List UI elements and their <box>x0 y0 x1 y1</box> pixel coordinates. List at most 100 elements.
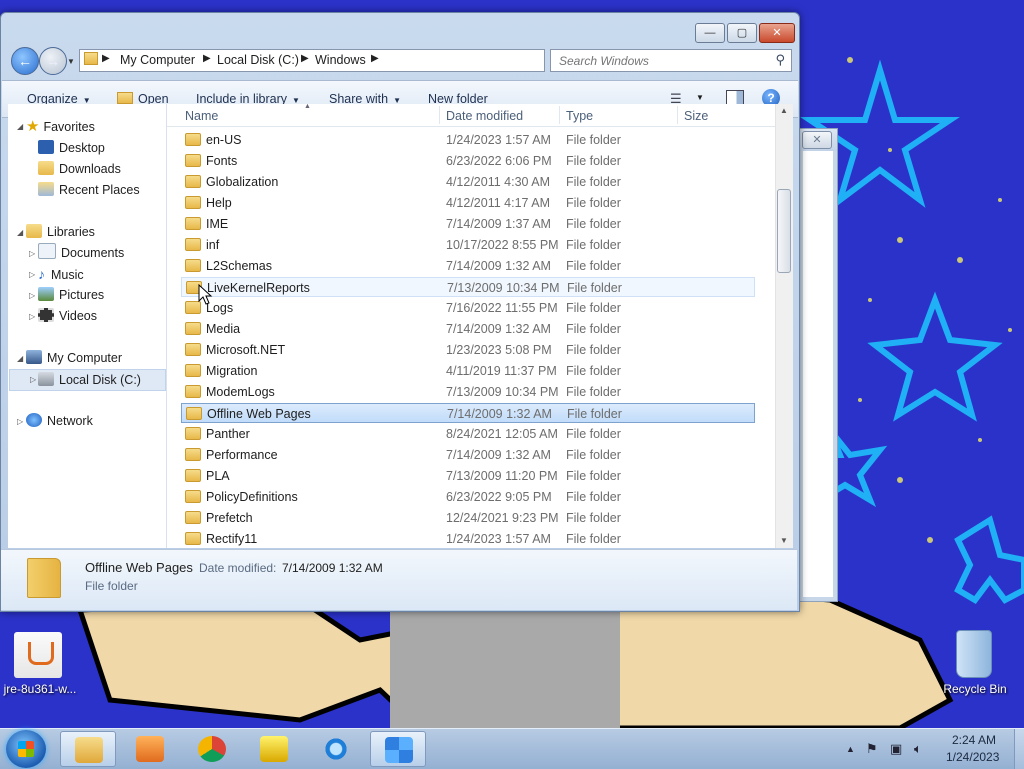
file-row[interactable]: Media 7/14/2009 1:32 AM File folder <box>181 319 755 339</box>
show-hidden-icons-arrow-icon[interactable]: ▲ <box>846 744 855 754</box>
chevron-down-icon[interactable]: ▼ <box>696 93 704 102</box>
recycle-bin-icon[interactable] <box>956 630 992 678</box>
nav-music[interactable]: ♪ Music <box>38 264 84 284</box>
taskbar-app[interactable] <box>246 731 302 767</box>
file-row[interactable]: Fonts 6/23/2022 6:06 PM File folder <box>181 151 755 171</box>
file-type: File folder <box>566 175 621 189</box>
nav-documents[interactable]: Documents <box>38 243 124 263</box>
close-button[interactable]: ✕ <box>759 23 795 43</box>
expand-arrow-icon[interactable]: ▷ <box>29 249 35 258</box>
breadcrumb-separator[interactable]: ▶ <box>203 53 211 64</box>
search-icon[interactable]: ⚲ <box>775 52 785 68</box>
taskbar-media-player[interactable] <box>122 731 178 767</box>
flag-icon[interactable]: ⚑ <box>866 741 878 757</box>
breadcrumb-separator[interactable]: ▶ <box>301 53 309 64</box>
clock-date[interactable]: 1/24/2023 <box>946 750 999 764</box>
breadcrumb-my-computer[interactable]: My Computer <box>120 53 195 67</box>
column-header-name[interactable]: Name <box>185 109 218 123</box>
vertical-scrollbar[interactable]: ▲ ▼ <box>775 104 793 548</box>
nav-recent-places[interactable]: Recent Places <box>38 180 140 200</box>
network-icon[interactable]: ▣ <box>890 741 902 757</box>
column-header-size[interactable]: Size <box>684 109 708 123</box>
file-row[interactable]: Logs 7/16/2022 11:55 PM File folder <box>181 298 755 318</box>
search-input[interactable] <box>557 53 761 69</box>
folder-icon <box>185 175 201 188</box>
file-row[interactable]: Migration 4/11/2019 11:37 PM File folder <box>181 361 755 381</box>
collapse-arrow-icon[interactable]: ◢ <box>17 228 23 237</box>
file-row[interactable]: Panther 8/24/2021 12:05 AM File folder <box>181 424 755 444</box>
back-button[interactable]: ← <box>11 47 39 75</box>
nav-network[interactable]: Network <box>26 411 93 431</box>
file-row[interactable]: Rectify11 1/24/2023 1:57 AM File folder <box>181 529 755 548</box>
file-row[interactable]: PLA 7/13/2009 11:20 PM File folder <box>181 466 755 486</box>
show-desktop-button[interactable] <box>1014 729 1024 769</box>
breadcrumb-windows[interactable]: Windows <box>315 53 366 67</box>
file-row[interactable]: ModemLogs 7/13/2009 10:34 PM File folder <box>181 382 755 402</box>
file-row[interactable]: Performance 7/14/2009 1:32 AM File folder <box>181 445 755 465</box>
scrollbar-thumb[interactable] <box>777 189 791 273</box>
nav-network-label: Network <box>47 414 93 428</box>
collapse-arrow-icon[interactable]: ◢ <box>17 122 23 131</box>
nav-libraries[interactable]: Libraries <box>26 222 95 242</box>
file-row[interactable]: Globalization 4/12/2011 4:30 AM File folde… <box>181 172 755 192</box>
scroll-up-arrow-icon[interactable]: ▲ <box>780 106 788 115</box>
nav-local-disk[interactable]: ▷ Local Disk (C:) <box>9 369 166 391</box>
address-bar[interactable]: ▶ My Computer ▶ Local Disk (C:) ▶ Window… <box>79 49 616 72</box>
recent-pages-dropdown[interactable]: ▼ <box>67 57 77 67</box>
nav-desktop[interactable]: Desktop <box>38 138 105 158</box>
column-divider[interactable] <box>439 106 440 124</box>
file-row[interactable]: en-US 1/24/2023 1:57 AM File folder <box>181 130 755 150</box>
expand-arrow-icon[interactable]: ▷ <box>29 270 35 279</box>
maximize-button[interactable]: ▢ <box>727 23 757 43</box>
file-row[interactable]: Help 4/12/2011 4:17 AM File folder <box>181 193 755 213</box>
scroll-down-arrow-icon[interactable]: ▼ <box>780 536 788 545</box>
minimize-button[interactable]: — <box>695 23 725 43</box>
recent-places-icon <box>38 182 54 196</box>
java-installer-icon[interactable] <box>14 632 62 678</box>
nav-my-computer[interactable]: My Computer <box>26 348 122 368</box>
file-row[interactable]: Offline Web Pages 7/14/2009 1:32 AM File f… <box>181 403 755 423</box>
nav-favorites[interactable]: ★ Favorites <box>26 117 95 137</box>
taskbar-explorer[interactable] <box>60 731 116 767</box>
clock-time[interactable]: 2:24 AM <box>952 733 996 747</box>
file-row[interactable]: Prefetch 12/24/2021 9:23 PM File folder <box>181 508 755 528</box>
background-window[interactable] <box>798 128 838 602</box>
search-box[interactable]: ⚲ <box>550 49 792 72</box>
volume-icon[interactable]: 🔈︎ <box>914 741 922 757</box>
file-row[interactable]: Microsoft.NET 1/23/2023 5:08 PM File folde… <box>181 340 755 360</box>
expand-arrow-icon[interactable]: ▷ <box>30 370 36 390</box>
column-divider[interactable] <box>559 106 560 124</box>
file-name: PolicyDefinitions <box>206 490 298 504</box>
file-name: Globalization <box>206 175 279 189</box>
file-row[interactable]: L2Schemas 7/14/2009 1:32 AM File folder <box>181 256 755 276</box>
forward-button[interactable]: → <box>39 47 67 75</box>
breadcrumb-separator[interactable]: ▶ <box>371 53 379 64</box>
column-divider[interactable] <box>677 106 678 124</box>
nav-videos[interactable]: Videos <box>38 306 97 326</box>
nav-pictures[interactable]: Pictures <box>38 285 104 305</box>
background-window-close-button[interactable]: ✕ <box>802 131 832 149</box>
expand-arrow-icon[interactable]: ▷ <box>29 312 35 321</box>
column-header-date-modified[interactable]: Date modified <box>446 109 523 123</box>
collapse-arrow-icon[interactable]: ◢ <box>17 354 23 363</box>
start-button[interactable] <box>6 730 46 768</box>
file-list: ▲ Name Date modified Type Size en-US 1/24… <box>167 104 775 548</box>
file-row[interactable]: inf 10/17/2022 8:55 PM File folder <box>181 235 755 255</box>
breadcrumb-separator[interactable]: ▶ <box>102 53 110 64</box>
file-row[interactable]: LiveKernelReports 7/13/2009 10:34 PM File … <box>181 277 755 297</box>
expand-arrow-icon[interactable]: ▷ <box>29 291 35 300</box>
file-date-modified: 1/23/2023 5:08 PM <box>446 343 552 357</box>
java-installer-label[interactable]: jre-8u361-w... <box>0 682 80 696</box>
folder-icon <box>84 52 98 65</box>
nav-libraries-label: Libraries <box>47 225 95 239</box>
expand-arrow-icon[interactable]: ▷ <box>17 417 23 426</box>
file-row[interactable]: PolicyDefinitions 6/23/2022 9:05 PM File f… <box>181 487 755 507</box>
breadcrumb-local-disk[interactable]: Local Disk (C:) <box>217 53 299 67</box>
recycle-bin-label[interactable]: Recycle Bin <box>940 682 1010 696</box>
taskbar-internet-explorer[interactable] <box>308 731 364 767</box>
nav-downloads[interactable]: Downloads <box>38 159 121 179</box>
taskbar-chrome[interactable] <box>184 731 240 767</box>
file-row[interactable]: IME 7/14/2009 1:37 AM File folder <box>181 214 755 234</box>
taskbar-window[interactable] <box>370 731 426 767</box>
column-header-type[interactable]: Type <box>566 109 593 123</box>
